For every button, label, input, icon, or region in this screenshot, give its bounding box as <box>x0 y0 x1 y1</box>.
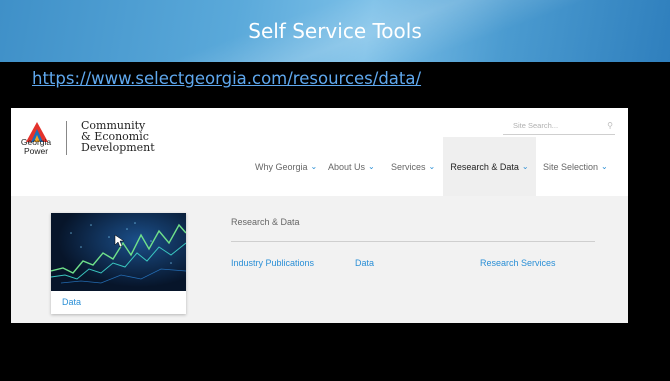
nav-label: Site Selection <box>543 161 599 172</box>
slide-title: Self Service Tools <box>248 19 422 43</box>
data-card-label: Data <box>62 297 82 307</box>
nav-research-data[interactable]: Research & Data ⌄ <box>443 137 536 196</box>
site-search-input[interactable]: Site Search... ⚲ <box>503 121 615 135</box>
nav-site-selection[interactable]: Site Selection ⌄ <box>537 137 614 196</box>
link-research-services[interactable]: Research Services <box>480 258 556 268</box>
link-industry-publications[interactable]: Industry Publications <box>231 258 314 268</box>
nav-services[interactable]: Services ⌄ <box>385 137 441 196</box>
website-screenshot: Georgia Power Community & Economic Devel… <box>11 108 628 323</box>
nav-label: Services <box>391 161 426 172</box>
site-nav: Why Georgia ⌄ About Us ⌄ Services ⌄ Researc… <box>11 137 628 196</box>
chevron-down-icon: ⌄ <box>310 162 318 171</box>
dropdown-heading: Research & Data <box>231 217 300 227</box>
chevron-down-icon: ⌄ <box>368 162 375 171</box>
nav-label: Research & Data <box>450 161 519 172</box>
chevron-down-icon: ⌄ <box>428 162 436 171</box>
nav-about-us[interactable]: About Us ⌄ <box>322 137 381 196</box>
search-icon[interactable]: ⚲ <box>607 121 613 130</box>
resource-url-link[interactable]: https://www.selectgeorgia.com/resources/… <box>32 69 421 88</box>
chevron-down-icon: ⌄ <box>521 162 529 171</box>
chevron-down-icon: ⌄ <box>601 162 608 171</box>
data-card-image <box>51 213 186 291</box>
slide-header: Self Service Tools <box>0 0 670 62</box>
dropdown-divider <box>231 241 595 242</box>
link-data[interactable]: Data <box>355 258 374 268</box>
site-search-placeholder: Site Search... <box>513 121 559 130</box>
data-card[interactable]: Data <box>51 213 186 314</box>
nav-label: About Us <box>328 161 366 172</box>
data-visual-image <box>51 213 186 291</box>
nav-why-georgia[interactable]: Why Georgia ⌄ <box>249 137 323 196</box>
nav-label: Why Georgia <box>255 161 308 172</box>
